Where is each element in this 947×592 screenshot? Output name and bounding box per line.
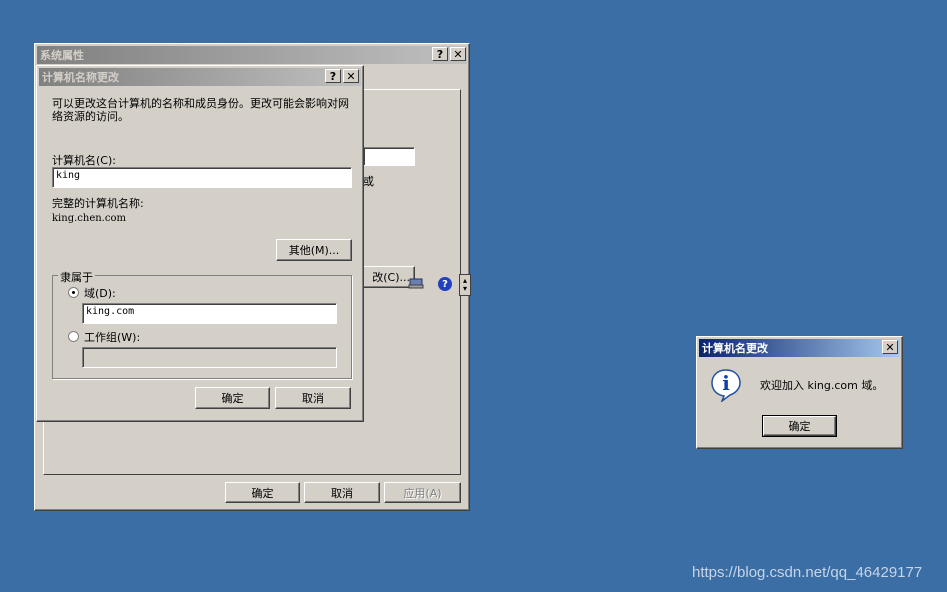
domain-radio[interactable]: [68, 287, 79, 298]
spinner-icon[interactable]: ▴ ▾: [459, 274, 471, 296]
help-circle-icon[interactable]: ?: [438, 277, 452, 291]
cancel-button[interactable]: 取消: [275, 387, 351, 409]
ok-button[interactable]: 确定: [225, 482, 300, 503]
system-properties-titlebar[interactable]: 系统属性: [37, 46, 467, 64]
welcome-titlebar[interactable]: 计算机名更改: [699, 339, 900, 357]
member-of-label: 隶属于: [58, 269, 95, 285]
rename-dialog-titlebar[interactable]: 计算机名称更改: [39, 68, 361, 86]
workgroup-radio[interactable]: [68, 331, 79, 342]
rename-dialog-title: 计算机名称更改: [42, 71, 119, 84]
computer-name-change-dialog: 计算机名称更改 ? ✕ 可以更改这台计算机的名称和成员身份。更改可能会影响对网络…: [36, 65, 364, 422]
workgroup-input[interactable]: [82, 347, 337, 368]
watermark: https://blog.csdn.net/qq_46429177: [692, 564, 923, 581]
welcome-message: 欢迎加入 king.com 域。: [760, 379, 884, 392]
welcome-message-box: 计算机名更改 ✕ i 欢迎加入 king.com 域。 确定: [696, 336, 903, 449]
ok-button[interactable]: 确定: [195, 387, 270, 409]
workgroup-label: 工作组(W):: [84, 331, 141, 344]
system-properties-title: 系统属性: [40, 49, 84, 62]
cancel-button[interactable]: 取消: [304, 482, 380, 503]
close-button[interactable]: ✕: [450, 47, 466, 61]
computer-name-label: 计算机名(C):: [52, 154, 116, 167]
computer-name-input[interactable]: king: [52, 167, 352, 188]
change-button[interactable]: 改(C)...: [357, 266, 415, 288]
partial-text: 或: [363, 175, 374, 188]
domain-input[interactable]: king.com: [82, 303, 337, 324]
full-name-value: king.chen.com: [52, 213, 126, 224]
partial-field[interactable]: [363, 147, 415, 166]
info-icon: i: [710, 368, 742, 404]
ok-button[interactable]: 确定: [762, 415, 837, 437]
help-button[interactable]: ?: [325, 69, 341, 83]
description-text: 可以更改这台计算机的名称和成员身份。更改可能会影响对网络资源的访问。: [52, 97, 349, 123]
welcome-title: 计算机名更改: [702, 342, 768, 355]
domain-label: 域(D):: [84, 287, 116, 300]
network-icon[interactable]: [408, 276, 424, 290]
more-button[interactable]: 其他(M)...: [276, 239, 352, 261]
close-button[interactable]: ✕: [343, 69, 359, 83]
help-button[interactable]: ?: [432, 47, 448, 61]
apply-button[interactable]: 应用(A): [384, 482, 461, 503]
full-name-label: 完整的计算机名称:: [52, 197, 144, 210]
info-icon-glyph: i: [722, 371, 730, 395]
close-button[interactable]: ✕: [882, 340, 898, 354]
